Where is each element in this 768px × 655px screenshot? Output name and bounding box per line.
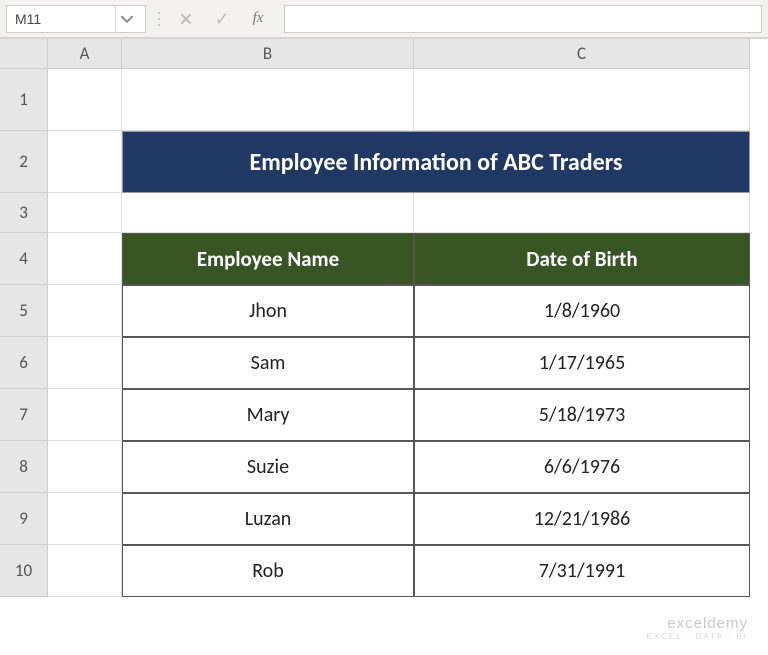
name-box[interactable] <box>7 11 115 27</box>
fx-button[interactable]: fx <box>244 5 272 33</box>
cell-name-5[interactable]: Rob <box>122 545 414 597</box>
cell-A9[interactable] <box>48 493 122 545</box>
col-header-C[interactable]: C <box>414 39 750 69</box>
spreadsheet-grid: A B C 1 2 Employee Information of ABC Tr… <box>0 38 768 597</box>
cell-dob-1[interactable]: 1/17/1965 <box>414 337 750 389</box>
cell-A10[interactable] <box>48 545 122 597</box>
cell-name-3[interactable]: Suzie <box>122 441 414 493</box>
cell-A7[interactable] <box>48 389 122 441</box>
row-header-5[interactable]: 5 <box>0 285 48 337</box>
x-icon <box>179 12 193 26</box>
cell-dob-0[interactable]: 1/8/1960 <box>414 285 750 337</box>
fx-label: fx <box>253 10 264 27</box>
cell-dob-2[interactable]: 5/18/1973 <box>414 389 750 441</box>
formula-bar: ✓ fx <box>0 0 768 38</box>
cell-dob-3[interactable]: 6/6/1976 <box>414 441 750 493</box>
table-header-name[interactable]: Employee Name <box>122 233 414 285</box>
formula-input[interactable] <box>284 5 762 33</box>
chevron-down-icon <box>120 12 134 26</box>
cell-A3[interactable] <box>48 193 122 233</box>
cell-A8[interactable] <box>48 441 122 493</box>
row-header-3[interactable]: 3 <box>0 193 48 233</box>
cell-dob-5[interactable]: 7/31/1991 <box>414 545 750 597</box>
cell-C1[interactable] <box>414 69 750 131</box>
cell-dob-4[interactable]: 12/21/1986 <box>414 493 750 545</box>
row-header-6[interactable]: 6 <box>0 337 48 389</box>
row-header-1[interactable]: 1 <box>0 69 48 131</box>
row-header-10[interactable]: 10 <box>0 545 48 597</box>
cell-A6[interactable] <box>48 337 122 389</box>
cell-A4[interactable] <box>48 233 122 285</box>
row-header-7[interactable]: 7 <box>0 389 48 441</box>
name-box-dropdown[interactable] <box>115 6 137 32</box>
cell-A1[interactable] <box>48 69 122 131</box>
drag-dots-icon <box>156 8 162 30</box>
watermark-main: exceldemy <box>667 615 748 632</box>
cell-C3[interactable] <box>414 193 750 233</box>
cell-name-2[interactable]: Mary <box>122 389 414 441</box>
cell-A2[interactable] <box>48 131 122 193</box>
row-header-8[interactable]: 8 <box>0 441 48 493</box>
col-header-A[interactable]: A <box>48 39 122 69</box>
cancel-button[interactable] <box>172 5 200 33</box>
cell-A5[interactable] <box>48 285 122 337</box>
watermark-sub: EXCEL · DATA · BI <box>647 632 748 641</box>
row-header-2[interactable]: 2 <box>0 131 48 193</box>
name-box-container <box>6 5 146 33</box>
enter-button[interactable]: ✓ <box>208 5 236 33</box>
divider <box>154 5 164 33</box>
check-icon: ✓ <box>214 8 229 30</box>
watermark: exceldemy EXCEL · DATA · BI <box>647 615 748 641</box>
cell-name-4[interactable]: Luzan <box>122 493 414 545</box>
cell-B1[interactable] <box>122 69 414 131</box>
row-header-9[interactable]: 9 <box>0 493 48 545</box>
cell-name-0[interactable]: Jhon <box>122 285 414 337</box>
col-header-B[interactable]: B <box>122 39 414 69</box>
table-header-dob[interactable]: Date of Birth <box>414 233 750 285</box>
row-header-4[interactable]: 4 <box>0 233 48 285</box>
select-all-corner[interactable] <box>0 39 48 69</box>
title-banner[interactable]: Employee Information of ABC Traders <box>122 131 750 193</box>
cell-name-1[interactable]: Sam <box>122 337 414 389</box>
cell-B3[interactable] <box>122 193 414 233</box>
